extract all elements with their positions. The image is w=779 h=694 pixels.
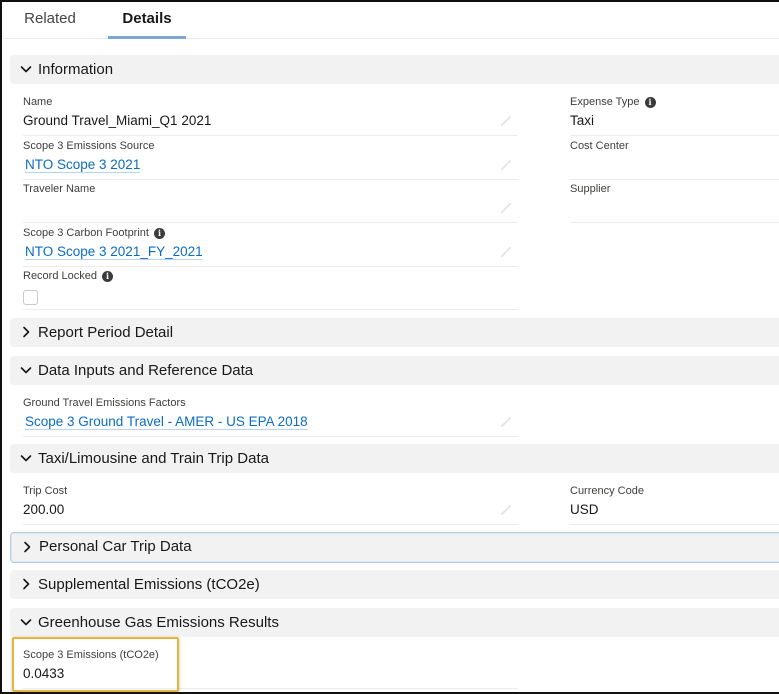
- section-supplemental-emissions[interactable]: Supplemental Emissions (tCO2e): [10, 570, 779, 599]
- chevron-right-icon: [19, 577, 33, 591]
- field-cost-center: Cost Center: [570, 140, 779, 180]
- record-detail-page: Related Details Information Name Ground …: [0, 0, 779, 694]
- section-information[interactable]: Information: [10, 55, 779, 84]
- pencil-icon[interactable]: [500, 202, 512, 214]
- field-value: 200.00: [23, 502, 65, 517]
- chevron-down-icon: [19, 451, 33, 465]
- chevron-right-icon: [20, 540, 34, 554]
- divider: [23, 309, 518, 310]
- field-label: Expense Type i: [570, 96, 656, 108]
- emissions-source-link[interactable]: NTO Scope 3 2021: [25, 157, 141, 173]
- field-supplier: Supplier: [570, 183, 779, 223]
- field-label: Scope 3 Emissions Source: [23, 140, 155, 152]
- divider: [23, 179, 518, 180]
- chevron-right-icon: [19, 325, 33, 339]
- field-label: Name: [23, 96, 53, 108]
- label-text: Expense Type: [570, 96, 640, 108]
- pencil-icon[interactable]: [500, 159, 512, 171]
- section-data-inputs[interactable]: Data Inputs and Reference Data: [10, 356, 779, 385]
- field-label: Supplier: [570, 183, 611, 195]
- tab-related[interactable]: Related: [22, 2, 78, 38]
- field-label: Cost Center: [570, 140, 629, 152]
- chevron-down-icon: [19, 363, 33, 377]
- ground-travel-factors-link[interactable]: Scope 3 Ground Travel - AMER - US EPA 20…: [25, 414, 308, 430]
- field-value: Ground Travel_Miami_Q1 2021: [23, 113, 212, 128]
- tab-bar: Related Details: [2, 2, 779, 39]
- label-text: Record Locked: [23, 270, 97, 282]
- info-icon[interactable]: i: [644, 96, 656, 108]
- highlight-box: [12, 637, 179, 692]
- divider: [23, 135, 518, 136]
- divider: [570, 135, 779, 136]
- field-label: Ground Travel Emissions Factors: [23, 397, 186, 409]
- pencil-icon[interactable]: [500, 246, 512, 258]
- field-carbon-footprint: Scope 3 Carbon Footprint i NTO Scope 3 2…: [23, 227, 518, 267]
- field-expense-type: Expense Type i Taxi: [570, 96, 779, 136]
- divider: [23, 436, 518, 437]
- field-record-locked: Record Locked i: [23, 270, 518, 310]
- divider: [23, 524, 518, 525]
- chevron-down-icon: [19, 62, 33, 76]
- pencil-icon[interactable]: [500, 504, 512, 516]
- field-ground-travel-factors: Ground Travel Emissions Factors Scope 3 …: [23, 397, 518, 437]
- field-value: USD: [570, 502, 599, 517]
- divider: [23, 266, 518, 267]
- tab-details[interactable]: Details: [108, 2, 186, 39]
- section-taxi-train[interactable]: Taxi/Limousine and Train Trip Data: [10, 444, 779, 473]
- section-title: Supplemental Emissions (tCO2e): [38, 576, 260, 593]
- divider: [570, 524, 779, 525]
- section-title: Taxi/Limousine and Train Trip Data: [38, 450, 269, 467]
- pencil-icon[interactable]: [500, 115, 512, 127]
- info-icon[interactable]: i: [153, 227, 165, 239]
- section-title: Greenhouse Gas Emissions Results: [38, 614, 279, 631]
- field-label: Currency Code: [570, 485, 644, 497]
- field-label: Scope 3 Carbon Footprint i: [23, 227, 165, 239]
- section-title: Information: [38, 61, 114, 78]
- field-emissions-source: Scope 3 Emissions Source NTO Scope 3 202…: [23, 140, 518, 180]
- field-label: Record Locked i: [23, 270, 113, 282]
- section-title: Report Period Detail: [38, 324, 174, 341]
- pencil-icon[interactable]: [500, 416, 512, 428]
- section-report-period-detail[interactable]: Report Period Detail: [10, 318, 779, 347]
- field-label: Trip Cost: [23, 485, 68, 497]
- field-trip-cost: Trip Cost 200.00: [23, 485, 518, 525]
- divider: [570, 179, 779, 180]
- label-text: Scope 3 Carbon Footprint: [23, 227, 149, 239]
- record-locked-checkbox[interactable]: [23, 290, 38, 305]
- field-name: Name Ground Travel_Miami_Q1 2021: [23, 96, 518, 136]
- info-icon[interactable]: i: [102, 270, 113, 282]
- section-title: Data Inputs and Reference Data: [38, 362, 254, 379]
- section-personal-car[interactable]: Personal Car Trip Data: [10, 532, 779, 563]
- chevron-down-icon: [19, 615, 33, 629]
- field-value: Taxi: [570, 113, 595, 128]
- field-traveler-name: Traveler Name: [23, 183, 518, 223]
- section-title: Personal Car Trip Data: [39, 538, 192, 555]
- field-currency-code: Currency Code USD: [570, 485, 779, 525]
- divider: [23, 222, 518, 223]
- divider: [570, 222, 779, 223]
- carbon-footprint-link[interactable]: NTO Scope 3 2021_FY_2021: [25, 244, 203, 260]
- section-ghg-results[interactable]: Greenhouse Gas Emissions Results: [10, 608, 779, 637]
- field-label: Traveler Name: [23, 183, 96, 195]
